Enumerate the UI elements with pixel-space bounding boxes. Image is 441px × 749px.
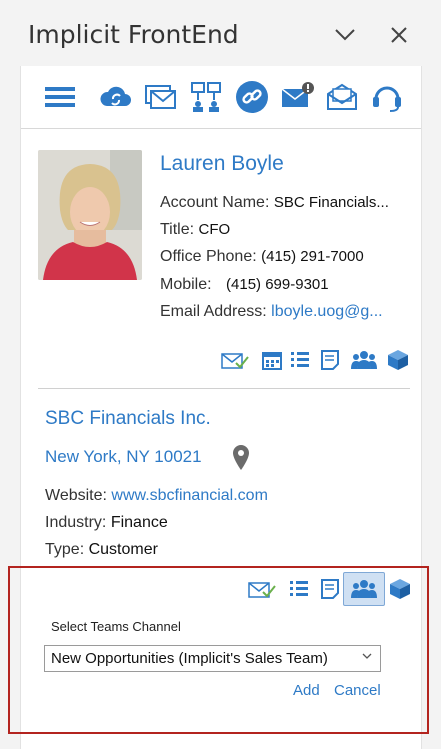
office-phone-row: Office Phone: (415) 291-7000 [160, 248, 364, 266]
email-alert-icon[interactable] [280, 80, 314, 114]
type-row: Type: Customer [45, 541, 158, 559]
menu-icon[interactable] [43, 80, 77, 114]
email-label: Email Address: [160, 303, 267, 320]
envelope-open-icon[interactable] [325, 80, 359, 114]
industry-value: Finance [110, 514, 168, 531]
map-pin-icon[interactable] [231, 444, 251, 472]
teams-channel-value: New Opportunities (Implicit's Sales Team… [51, 650, 328, 667]
email-link[interactable]: lboyle.uog@g... [271, 303, 382, 320]
title-label: Title: [160, 221, 195, 238]
website-label: Website: [45, 487, 107, 504]
cube-icon[interactable] [387, 349, 409, 371]
office-phone-value[interactable]: (415) 291-7000 [261, 248, 364, 265]
account-name-row: Account Name: SBC Financials... [160, 194, 389, 212]
email-check-icon[interactable] [221, 349, 249, 371]
chevron-down-icon [362, 653, 372, 659]
addin-pane: Implicit FrontEnd Lauren Boyle Account N… [0, 0, 441, 749]
mobile-row: Mobile: (415) 699-9301 [160, 276, 329, 294]
select-teams-channel-label: Select Teams Channel [51, 619, 181, 634]
account-name-value: SBC Financials... [273, 194, 389, 211]
close-icon[interactable] [390, 26, 408, 44]
contact-actions [221, 349, 411, 373]
company-address[interactable]: New York, NY 10021 [45, 447, 202, 467]
link-icon[interactable] [235, 80, 269, 114]
website-row: Website: www.sbcfinancial.com [45, 487, 268, 505]
contact-photo [38, 150, 142, 280]
headset-icon[interactable] [370, 80, 404, 114]
cube-icon[interactable] [389, 578, 411, 600]
title-row: Title: CFO [160, 221, 230, 239]
email-stack-icon[interactable] [144, 80, 178, 114]
list-icon[interactable] [289, 349, 311, 371]
contact-name[interactable]: Lauren Boyle [160, 152, 284, 176]
teams-channel-select[interactable]: New Opportunities (Implicit's Sales Team… [44, 645, 381, 672]
office-phone-label: Office Phone: [160, 248, 257, 265]
type-label: Type: [45, 541, 85, 558]
teams-button-selected[interactable] [343, 572, 385, 606]
teams-icon[interactable] [351, 349, 377, 371]
title-bar: Implicit FrontEnd [0, 0, 441, 66]
title-value: CFO [198, 221, 231, 238]
mobile-value[interactable]: (415) 699-9301 [226, 276, 329, 293]
teams-icon [351, 580, 377, 598]
industry-label: Industry: [45, 514, 107, 531]
list-icon[interactable] [288, 578, 310, 600]
email-check-icon[interactable] [248, 578, 276, 600]
cloud-sync-icon[interactable] [99, 80, 133, 114]
type-value: Customer [88, 541, 158, 558]
website-link[interactable]: www.sbcfinancial.com [111, 487, 268, 504]
main-toolbar [21, 66, 421, 129]
calendar-icon[interactable] [261, 349, 283, 371]
cancel-button[interactable]: Cancel [334, 682, 381, 699]
pane-title: Implicit FrontEnd [28, 20, 239, 49]
section-divider [38, 388, 410, 389]
note-icon[interactable] [319, 578, 341, 600]
account-name-label: Account Name: [160, 194, 270, 211]
email-row: Email Address: lboyle.uog@g... [160, 303, 383, 321]
org-chart-icon[interactable] [189, 80, 223, 114]
note-icon[interactable] [319, 349, 341, 371]
industry-row: Industry: Finance [45, 514, 168, 532]
chevron-down-icon[interactable] [334, 28, 356, 42]
company-name[interactable]: SBC Financials Inc. [45, 408, 211, 430]
mobile-label: Mobile: [160, 276, 212, 293]
add-button[interactable]: Add [293, 682, 320, 699]
